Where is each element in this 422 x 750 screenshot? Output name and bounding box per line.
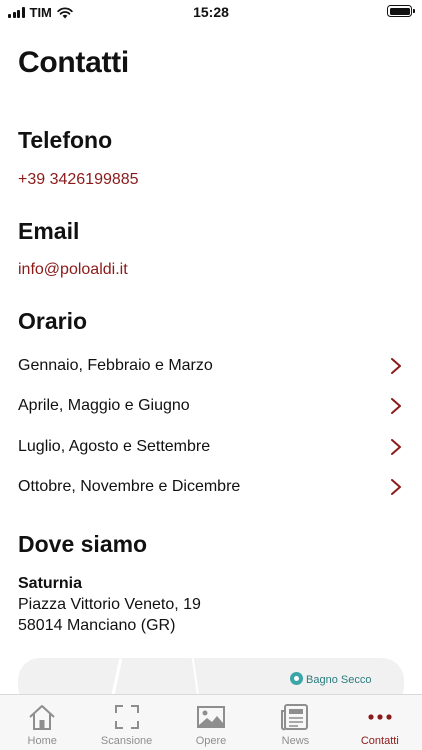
hours-row-label: Ottobre, Novembre e Dicembre — [18, 478, 241, 495]
tab-bar: Home Scansione Opere News Contatti — [0, 694, 422, 750]
home-icon — [29, 705, 55, 730]
more-icon — [368, 714, 392, 720]
chevron-right-icon — [391, 439, 401, 455]
phone-section-title: Telefono — [18, 127, 113, 153]
tab-label: Scansione — [100, 735, 153, 747]
hours-row-q4[interactable]: Ottobre, Novembre e Dicembre — [0, 467, 422, 507]
hours-row-label: Luglio, Agosto e Settembre — [18, 438, 211, 455]
chevron-right-icon — [391, 398, 401, 414]
map-pin-icon[interactable] — [290, 672, 303, 685]
hours-row-label: Aprile, Maggio e Giugno — [18, 397, 190, 414]
hours-section-title: Orario — [18, 308, 88, 334]
email-section-title: Email — [18, 218, 80, 244]
chevron-right-icon — [391, 479, 401, 495]
tab-contatti[interactable]: Contatti — [338, 695, 422, 750]
status-time: 15:28 — [193, 4, 229, 20]
tab-news[interactable]: News — [253, 695, 337, 750]
tab-opere[interactable]: Opere — [169, 695, 253, 750]
hours-row-q1[interactable]: Gennaio, Febbraio e Marzo — [0, 346, 422, 386]
hours-row-label: Gennaio, Febbraio e Marzo — [18, 357, 213, 374]
phone-link[interactable]: +39 3426199885 — [18, 171, 139, 189]
image-icon — [197, 706, 226, 728]
battery-icon — [387, 5, 415, 17]
location-section-title: Dove siamo — [18, 531, 148, 557]
tab-label: Opere — [195, 735, 227, 747]
hours-row-q3[interactable]: Luglio, Agosto e Settembre — [0, 427, 422, 467]
status-bar: TIM 15:28 — [0, 0, 422, 24]
address-block: Saturnia Piazza Vittorio Veneto, 19 5801… — [18, 573, 201, 636]
scan-icon — [114, 705, 139, 729]
tab-label: News — [281, 735, 310, 747]
page-title: Contatti — [18, 46, 129, 79]
tab-label: Home — [27, 735, 57, 747]
chevron-right-icon — [391, 358, 401, 374]
hours-row-q2[interactable]: Aprile, Maggio e Giugno — [0, 386, 422, 426]
address-city: Saturnia — [18, 575, 83, 592]
address-street: Piazza Vittorio Veneto, 19 — [18, 596, 201, 613]
tab-home[interactable]: Home — [0, 695, 84, 750]
newspaper-icon — [281, 704, 309, 731]
email-link[interactable]: info@poloaldi.it — [18, 261, 128, 279]
tab-label: Contatti — [360, 735, 399, 747]
address-postal: 58014 Manciano (GR) — [18, 617, 176, 634]
tab-scansione[interactable]: Scansione — [84, 695, 168, 750]
map-poi-label: Bagno Secco — [306, 674, 372, 686]
